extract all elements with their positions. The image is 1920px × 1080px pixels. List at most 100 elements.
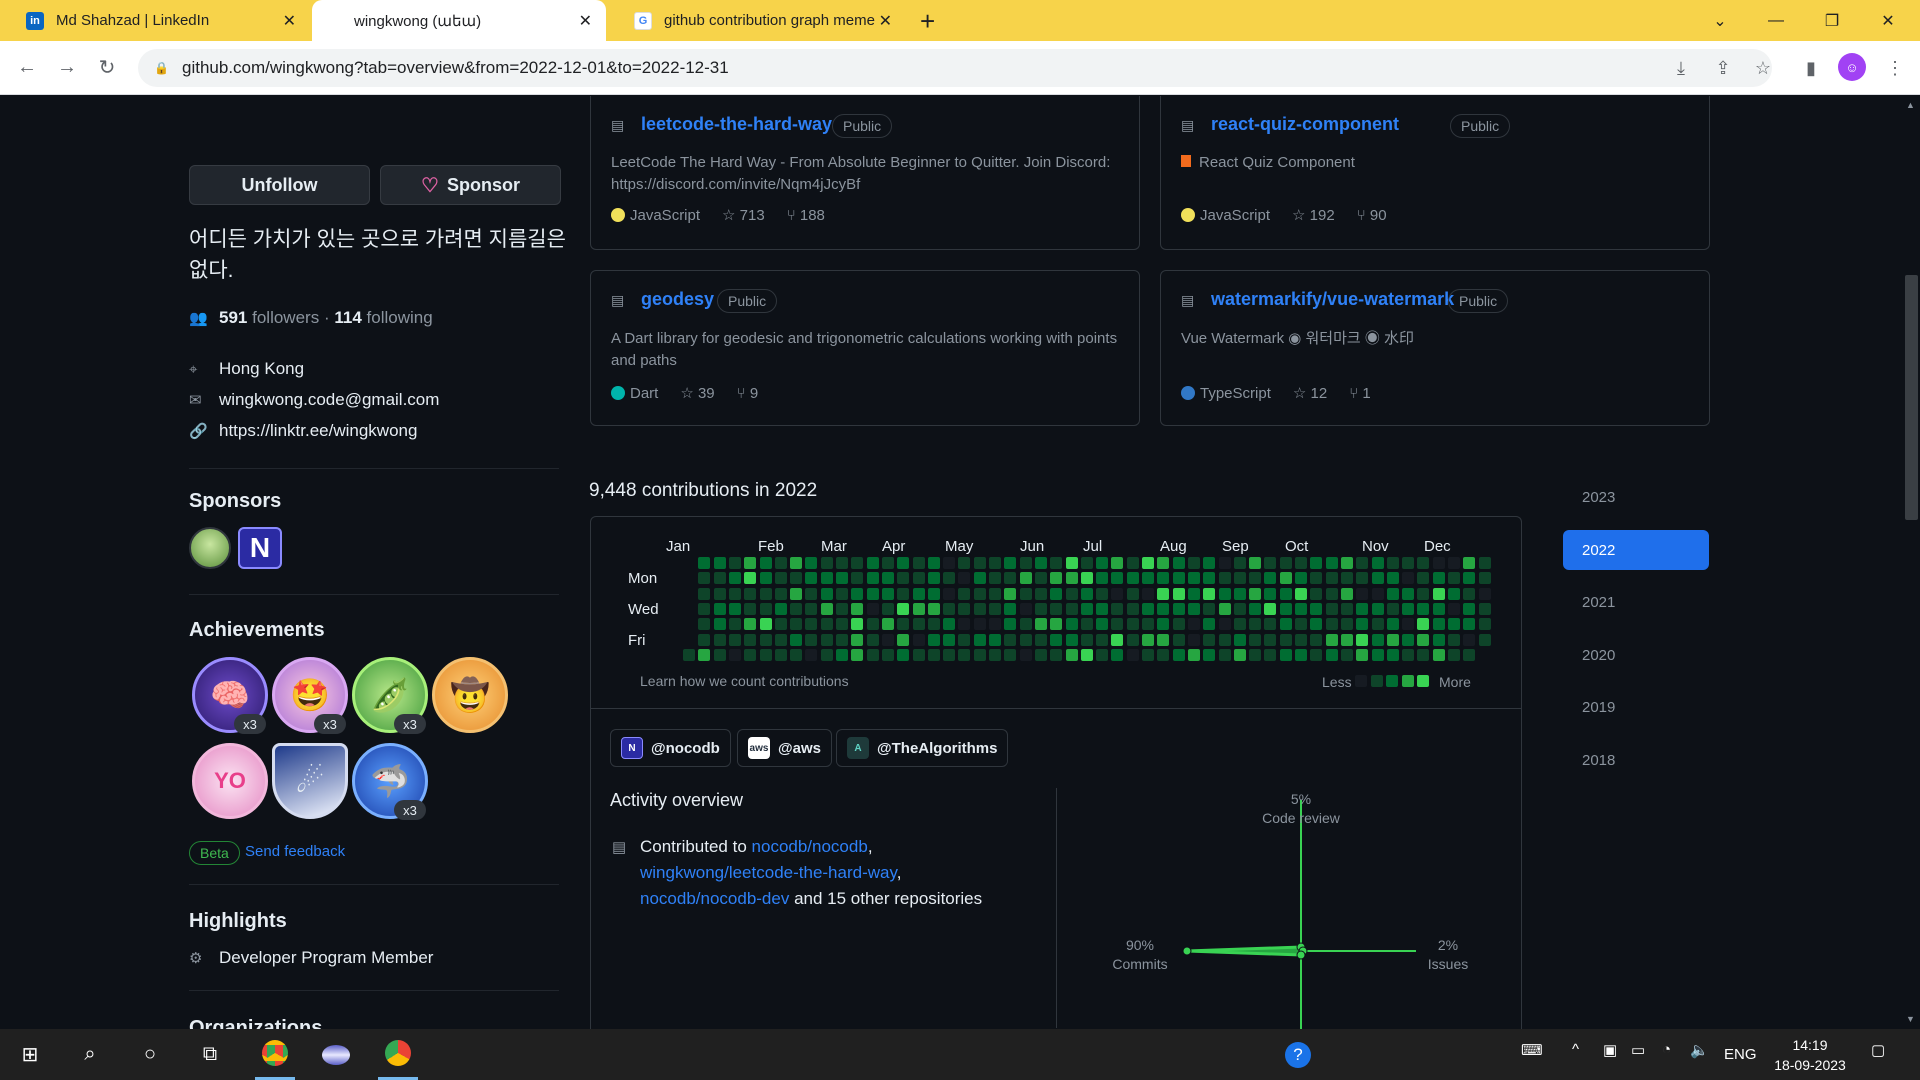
contribution-day-cell[interactable]	[1340, 602, 1353, 615]
contribution-day-cell[interactable]	[866, 587, 879, 600]
contribution-day-cell[interactable]	[1463, 587, 1476, 600]
meet-now-icon[interactable]: ▣	[1603, 1041, 1617, 1059]
contribution-day-cell[interactable]	[1004, 557, 1017, 569]
year-2022[interactable]: 2022	[1563, 530, 1709, 570]
contribution-day-cell[interactable]	[1463, 618, 1476, 631]
contribution-day-cell[interactable]	[1295, 587, 1307, 600]
contribution-day-cell[interactable]	[1004, 602, 1017, 615]
close-tab-icon[interactable]: ✕	[879, 11, 892, 31]
menu-icon[interactable]: ⋮	[1880, 53, 1910, 83]
contribution-day-cell[interactable]	[1402, 602, 1415, 615]
contribution-day-cell[interactable]	[759, 587, 772, 600]
contribution-day-cell[interactable]	[1448, 648, 1460, 661]
contribution-day-cell[interactable]	[836, 602, 848, 615]
contribution-day-cell[interactable]	[1187, 648, 1200, 661]
contribution-day-cell[interactable]	[958, 648, 971, 661]
contribution-day-cell[interactable]	[1050, 572, 1063, 585]
contribution-day-cell[interactable]	[1080, 572, 1093, 585]
contribution-day-cell[interactable]	[943, 587, 956, 600]
contribution-day-cell[interactable]	[912, 648, 925, 661]
sponsor-avatar-nocodb[interactable]: N	[238, 527, 282, 569]
contribution-day-cell[interactable]	[1111, 648, 1124, 661]
contribution-day-cell[interactable]	[1233, 587, 1246, 600]
contribution-day-cell[interactable]	[1019, 557, 1032, 569]
scroll-up-icon[interactable]: ▲	[1906, 100, 1915, 110]
contribution-day-cell[interactable]	[927, 633, 940, 646]
tray-chevron-icon[interactable]: ^	[1572, 1041, 1579, 1058]
contribution-day-cell[interactable]	[698, 572, 711, 585]
contribution-day-cell[interactable]	[1142, 633, 1154, 646]
contribution-day-cell[interactable]	[1233, 557, 1246, 569]
sponsor-button[interactable]: ♡ Sponsor	[380, 165, 561, 205]
followers-link[interactable]: followers	[252, 308, 319, 328]
contribution-day-cell[interactable]	[897, 557, 910, 569]
contribution-day-cell[interactable]	[1126, 602, 1139, 615]
contribution-day-cell[interactable]	[805, 648, 818, 661]
contribution-day-cell[interactable]	[1111, 587, 1124, 600]
contribution-day-cell[interactable]	[927, 648, 940, 661]
contribution-day-cell[interactable]	[1218, 557, 1231, 569]
contribution-day-cell[interactable]	[713, 618, 726, 631]
contribution-day-cell[interactable]	[851, 572, 864, 585]
windows-start-icon[interactable]: ⊞	[10, 1029, 50, 1080]
contribution-day-cell[interactable]	[1310, 602, 1323, 615]
contribution-day-cell[interactable]	[1371, 602, 1384, 615]
contribution-day-cell[interactable]	[1034, 618, 1047, 631]
year-2019[interactable]: 2019	[1563, 687, 1709, 727]
contribution-day-cell[interactable]	[1325, 587, 1338, 600]
contribution-day-cell[interactable]	[1417, 633, 1430, 646]
contribution-day-cell[interactable]	[820, 648, 833, 661]
tab-google[interactable]: G github contribution graph meme ✕	[608, 0, 906, 41]
contribution-day-cell[interactable]	[912, 557, 925, 569]
contribution-day-cell[interactable]	[1448, 572, 1460, 585]
contribution-day-cell[interactable]	[1111, 633, 1124, 646]
contribution-day-cell[interactable]	[1034, 557, 1047, 569]
contribution-day-cell[interactable]	[683, 648, 695, 661]
contribution-day-cell[interactable]	[1325, 557, 1338, 569]
contribution-day-cell[interactable]	[1203, 648, 1216, 661]
contribution-day-cell[interactable]	[728, 557, 741, 569]
contribution-day-cell[interactable]	[943, 602, 956, 615]
contribution-day-cell[interactable]	[1356, 633, 1369, 646]
contribution-day-cell[interactable]	[1402, 587, 1415, 600]
tab-search-icon[interactable]: ⌄	[1692, 0, 1748, 41]
forks-link[interactable]: ⑂ 188	[787, 207, 825, 224]
contribution-day-cell[interactable]	[805, 557, 818, 569]
stars-link[interactable]: ☆ 12	[1293, 384, 1327, 402]
contribution-day-cell[interactable]	[1065, 572, 1078, 585]
contribution-day-cell[interactable]	[836, 648, 848, 661]
contribution-day-cell[interactable]	[759, 557, 772, 569]
contribution-day-cell[interactable]	[790, 572, 803, 585]
contribution-day-cell[interactable]	[1402, 648, 1415, 661]
contribution-day-cell[interactable]	[1448, 618, 1460, 631]
contribution-day-cell[interactable]	[728, 633, 741, 646]
contribution-day-cell[interactable]	[851, 633, 864, 646]
contribution-day-cell[interactable]	[1310, 557, 1323, 569]
contribution-day-cell[interactable]	[1218, 648, 1231, 661]
repo-link[interactable]: react-quiz-component	[1211, 114, 1399, 135]
scrollbar-thumb[interactable]	[1905, 275, 1918, 520]
contribution-day-cell[interactable]	[897, 618, 910, 631]
contribution-day-cell[interactable]	[1080, 587, 1093, 600]
tab-github[interactable]: wingkwong (աեա) ✕	[312, 0, 606, 41]
contribution-day-cell[interactable]	[1218, 602, 1231, 615]
contribution-day-cell[interactable]	[1004, 648, 1017, 661]
contribution-day-cell[interactable]	[1279, 587, 1292, 600]
battery-icon[interactable]: ▭	[1631, 1041, 1645, 1059]
contribution-day-cell[interactable]	[897, 648, 910, 661]
contribution-day-cell[interactable]	[1172, 648, 1185, 661]
contribution-day-cell[interactable]	[1187, 572, 1200, 585]
stars-link[interactable]: ☆ 192	[1292, 206, 1335, 224]
website-link[interactable]: https://linktr.ee/wingkwong	[219, 421, 417, 441]
contribution-day-cell[interactable]	[1295, 557, 1307, 569]
contribution-day-cell[interactable]	[1157, 618, 1170, 631]
contribution-day-cell[interactable]	[820, 557, 833, 569]
contribution-day-cell[interactable]	[1432, 633, 1445, 646]
forward-icon[interactable]: →	[52, 52, 82, 82]
contribution-day-cell[interactable]	[1432, 618, 1445, 631]
contribution-day-cell[interactable]	[1004, 572, 1017, 585]
contribution-day-cell[interactable]	[912, 633, 925, 646]
contribution-day-cell[interactable]	[866, 648, 879, 661]
clock[interactable]: 14:19 18-09-2023	[1770, 1035, 1850, 1075]
contribution-day-cell[interactable]	[1111, 557, 1124, 569]
